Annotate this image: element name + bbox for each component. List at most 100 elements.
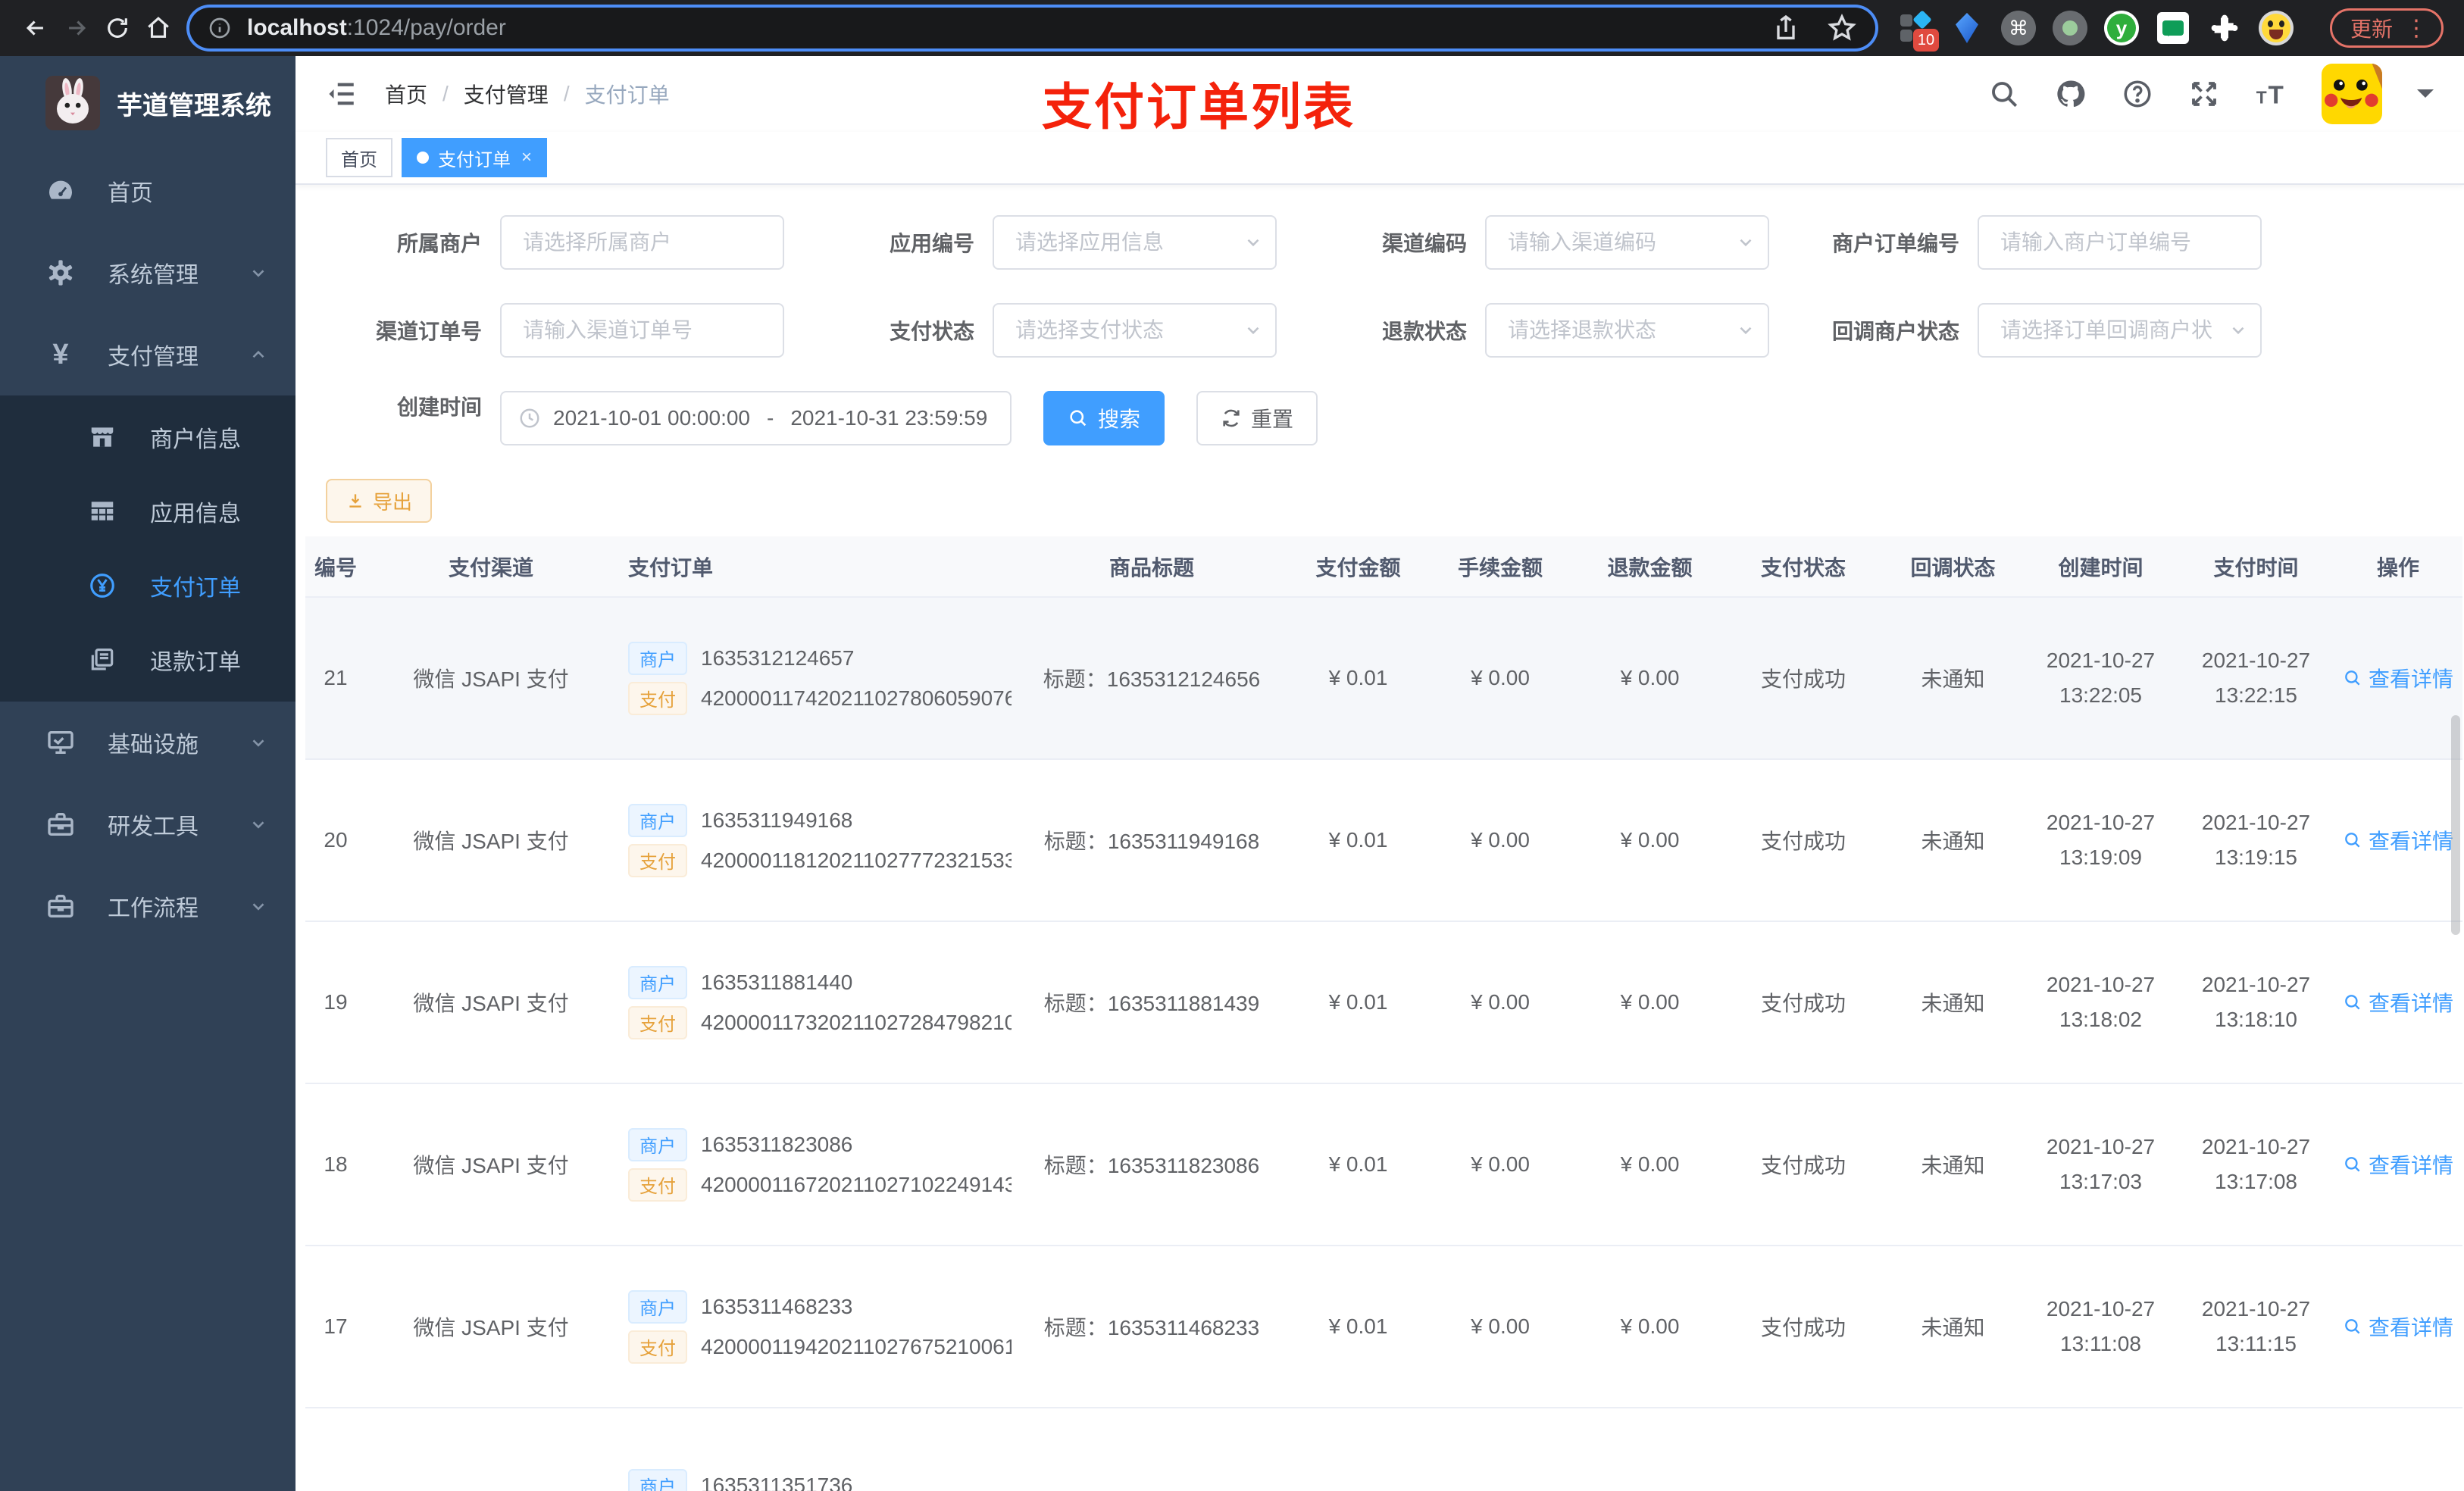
breadcrumb-home[interactable]: 首页 bbox=[385, 79, 427, 109]
font-size-icon[interactable]: TT bbox=[2255, 78, 2287, 110]
export-button[interactable]: 导出 bbox=[326, 479, 433, 523]
view-detail-link[interactable]: 查看详情 bbox=[2343, 663, 2453, 693]
browser-profile-avatar[interactable] bbox=[2259, 11, 2294, 45]
app-logo[interactable]: 芋道管理系统 bbox=[0, 56, 295, 150]
browser-toolbar: localhost:1024/pay/order 10 ⌘ y 更新 ⋮ bbox=[0, 0, 2464, 56]
refund-status-select[interactable] bbox=[1485, 303, 1769, 358]
close-icon[interactable]: × bbox=[521, 147, 532, 168]
sidebar-item-home[interactable]: 首页 bbox=[0, 150, 295, 232]
sidebar-item-system[interactable]: 系统管理 bbox=[0, 232, 295, 314]
filter-label: 渠道编码 bbox=[1381, 232, 1467, 255]
sidebar-item-label: 商户信息 bbox=[150, 427, 241, 452]
tag-label: 首页 bbox=[341, 149, 377, 170]
table-row[interactable]: 19 微信 JSAPI 支付 商户 1635311881440 支付 42000… bbox=[305, 921, 2462, 1084]
fullscreen-icon[interactable] bbox=[2188, 78, 2220, 110]
sidebar-item-devtools[interactable]: 研发工具 bbox=[0, 783, 295, 865]
table-row[interactable]: 商户 1635311351736 bbox=[305, 1408, 2462, 1491]
sidebar-item-label: 首页 bbox=[108, 181, 153, 206]
browser-menu-icon[interactable]: ⋮ bbox=[2405, 15, 2428, 42]
vertical-scrollbar[interactable] bbox=[2451, 715, 2460, 935]
cell-id: 17 bbox=[305, 1246, 366, 1408]
cell-title: 标题：1635311823086 bbox=[1012, 1083, 1292, 1246]
cell-fee: ¥ 0.00 bbox=[1424, 1083, 1576, 1246]
share-icon[interactable] bbox=[1771, 13, 1801, 43]
sidebar-item-label: 工作流程 bbox=[108, 896, 199, 921]
cell-id: 21 bbox=[305, 597, 366, 760]
cell-notify-status: 未通知 bbox=[1883, 1246, 2023, 1408]
cell-pay-status: 支付成功 bbox=[1724, 597, 1883, 760]
table-row[interactable]: 18 微信 JSAPI 支付 商户 1635311823086 支付 42000… bbox=[305, 1083, 2462, 1246]
sidebar-item-app-info[interactable]: 应用信息 bbox=[0, 474, 295, 549]
sidebar-item-merchant-info[interactable]: 商户信息 bbox=[0, 400, 295, 474]
sidebar-item-refund-order[interactable]: 退款订单 bbox=[0, 623, 295, 697]
merchant-order-no: 1635311351736 bbox=[701, 1473, 853, 1491]
sidebar-item-infrastructure[interactable]: 基础设施 bbox=[0, 702, 295, 783]
merchant-order-no: 1635311823086 bbox=[701, 1132, 853, 1156]
extension-dot-icon[interactable] bbox=[2053, 11, 2087, 45]
forward-icon[interactable] bbox=[56, 8, 97, 48]
url-bar[interactable]: localhost:1024/pay/order bbox=[189, 8, 1875, 48]
pay-status-select[interactable] bbox=[993, 303, 1277, 358]
sidebar: 芋道管理系统 首页 系统管理 ¥ 支付管理 商户信息 应用信息 支付订单 退款订… bbox=[0, 56, 295, 1491]
extension-kite-icon[interactable] bbox=[1950, 11, 1984, 45]
view-detail-link[interactable]: 查看详情 bbox=[2343, 825, 2453, 855]
merchant-tag: 商户 bbox=[628, 1289, 687, 1324]
app-select[interactable] bbox=[993, 215, 1277, 270]
cell-refund: ¥ 0.00 bbox=[1576, 1246, 1724, 1408]
sidebar-item-workflow[interactable]: 工作流程 bbox=[0, 865, 295, 947]
channel-order-no-input[interactable] bbox=[500, 303, 784, 358]
table-row[interactable]: 20 微信 JSAPI 支付 商户 1635311949168 支付 42000… bbox=[305, 759, 2462, 922]
view-detail-link[interactable]: 查看详情 bbox=[2343, 1311, 2453, 1342]
tag-pay-order[interactable]: 支付订单 × bbox=[402, 138, 548, 177]
notify-status-select[interactable] bbox=[1978, 303, 2262, 358]
table-row[interactable]: 17 微信 JSAPI 支付 商户 1635311468233 支付 42000… bbox=[305, 1246, 2462, 1408]
sidebar-item-pay-order[interactable]: 支付订单 bbox=[0, 549, 295, 623]
sidebar-item-pay[interactable]: ¥ 支付管理 bbox=[0, 314, 295, 395]
help-icon[interactable] bbox=[2122, 78, 2153, 110]
cell-refund: ¥ 0.00 bbox=[1576, 597, 1724, 760]
chrome-update-button[interactable]: 更新 ⋮ bbox=[2330, 8, 2444, 48]
cell-fee: ¥ 0.00 bbox=[1424, 1246, 1576, 1408]
date-range-picker[interactable]: 2021-10-01 00:00:00 - 2021-10-31 23:59:5… bbox=[500, 391, 1012, 445]
col-order: 支付订单 bbox=[616, 536, 1012, 598]
site-info-icon[interactable] bbox=[208, 16, 232, 40]
merchant-select[interactable] bbox=[500, 215, 784, 270]
merchant-order-no-input[interactable] bbox=[1978, 215, 2262, 270]
extensions-puzzle-icon[interactable] bbox=[2207, 11, 2242, 45]
sidebar-toggle-icon[interactable] bbox=[326, 78, 358, 110]
filter-row-1: 所属商户 应用编号 渠道编码 商户订单编号 bbox=[326, 215, 2464, 270]
cell-order: 商户 1635311881440 支付 42000011732021102728… bbox=[616, 921, 1012, 1084]
pay-tag: 支付 bbox=[628, 681, 687, 715]
github-icon[interactable] bbox=[2055, 78, 2087, 110]
extension-grid-icon[interactable]: 10 bbox=[1898, 10, 1939, 52]
extension-command-icon[interactable]: ⌘ bbox=[2001, 11, 2036, 45]
reset-button[interactable]: 重置 bbox=[1196, 391, 1318, 445]
cell-action: 查看详情 bbox=[2334, 921, 2462, 1084]
view-detail-link[interactable]: 查看详情 bbox=[2343, 987, 2453, 1017]
breadcrumb-pay[interactable]: 支付管理 bbox=[464, 79, 549, 109]
merchant-tag: 商户 bbox=[628, 803, 687, 837]
cell-pay-time: 2021-10-27 13:11:15 bbox=[2178, 1246, 2334, 1408]
browser-extensions: 10 ⌘ y 更新 ⋮ bbox=[1898, 8, 2444, 52]
search-icon bbox=[2343, 1317, 2362, 1336]
breadcrumb-separator: / bbox=[563, 82, 570, 105]
cell-amount: ¥ 0.01 bbox=[1292, 1246, 1424, 1408]
logo-rabbit-image bbox=[45, 76, 100, 130]
table-row[interactable]: 21 微信 JSAPI 支付 商户 1635312124657 支付 42000… bbox=[305, 597, 2462, 760]
reload-icon[interactable] bbox=[97, 8, 138, 48]
back-icon[interactable] bbox=[15, 8, 56, 48]
tag-home[interactable]: 首页 bbox=[326, 138, 392, 177]
home-icon[interactable] bbox=[138, 8, 179, 48]
user-avatar[interactable] bbox=[2322, 64, 2382, 124]
top-navbar: 首页 / 支付管理 / 支付订单 支付订单列表 TT bbox=[295, 56, 2464, 135]
view-detail-link[interactable]: 查看详情 bbox=[2343, 1149, 2453, 1180]
extension-chat-icon[interactable] bbox=[2156, 11, 2190, 45]
search-icon[interactable] bbox=[1988, 78, 2020, 110]
cell-amount: ¥ 0.01 bbox=[1292, 759, 1424, 922]
avatar-caret-icon[interactable] bbox=[2417, 89, 2434, 106]
extension-y-icon[interactable]: y bbox=[2104, 11, 2139, 45]
search-button[interactable]: 搜索 bbox=[1043, 391, 1165, 445]
channel-code-select[interactable] bbox=[1485, 215, 1769, 270]
bookmark-star-icon[interactable] bbox=[1827, 13, 1857, 43]
col-id: 编号 bbox=[305, 536, 366, 598]
